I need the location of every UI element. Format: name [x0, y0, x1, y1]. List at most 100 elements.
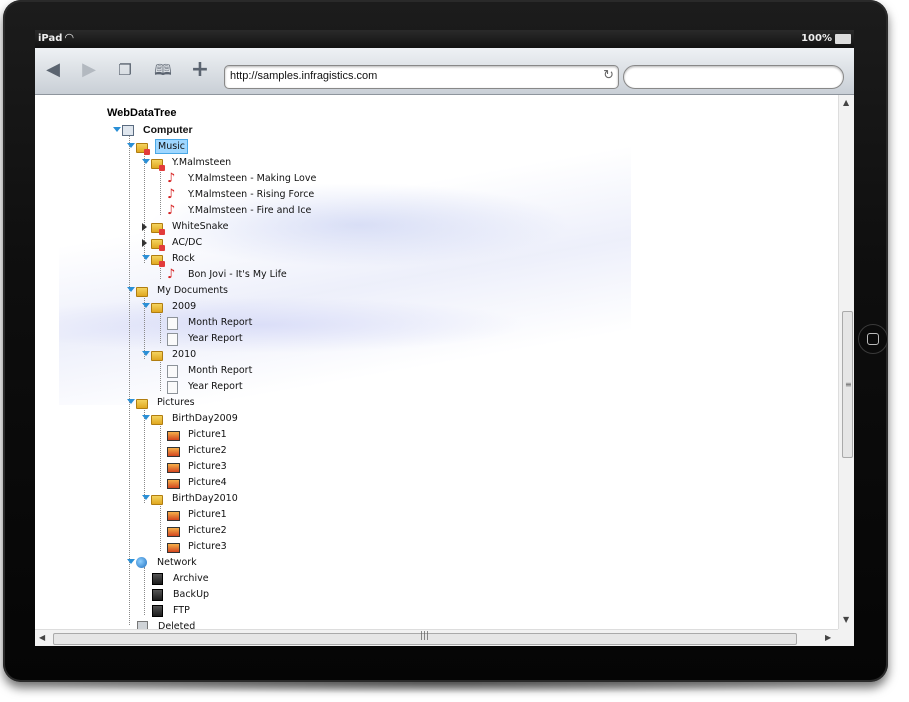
expand-toggle[interactable]	[142, 255, 150, 260]
node-label: Picture3	[188, 541, 227, 552]
wifi-icon: ◠	[65, 31, 74, 44]
node-label: Year Report	[188, 333, 243, 344]
vertical-scroll-thumb[interactable]: ≡	[842, 311, 853, 458]
picture-icon	[167, 543, 180, 553]
node-label: WhiteSnake	[172, 221, 229, 232]
scroll-left-arrow-icon[interactable]: ◀	[39, 633, 45, 642]
expand-toggle[interactable]	[127, 287, 135, 292]
node-label: Picture1	[188, 509, 227, 520]
document-icon	[167, 317, 178, 330]
node-label: AC/DC	[172, 237, 203, 248]
expand-toggle[interactable]	[142, 303, 150, 308]
picture-icon	[167, 479, 180, 489]
bookmarks-icon[interactable]: 🕮	[151, 58, 175, 82]
node-label: Picture1	[188, 429, 227, 440]
expand-toggle[interactable]	[142, 415, 150, 420]
node-label: Picture2	[188, 445, 227, 456]
node-label: Y.Malmsteen - Fire and Ice	[188, 205, 312, 216]
node-label: Picture3	[188, 461, 227, 472]
node-label: 2010	[172, 349, 197, 360]
node-label: Pictures	[157, 397, 195, 408]
scroll-down-arrow-icon[interactable]: ▼	[843, 615, 849, 624]
music-folder-icon	[151, 223, 165, 235]
scrollbar-corner	[838, 629, 854, 646]
forward-icon[interactable]: ▶	[77, 58, 101, 82]
carrier-label: iPad	[38, 33, 63, 44]
search-input[interactable]	[623, 65, 844, 89]
network-globe-icon	[136, 557, 147, 568]
drive-icon	[152, 605, 163, 617]
trash-icon	[137, 621, 148, 629]
node-label: Picture4	[188, 477, 227, 488]
tree-connector	[144, 407, 145, 503]
node-label: Picture2	[188, 525, 227, 536]
music-note-icon: ♪	[167, 267, 176, 282]
picture-folder-icon	[151, 415, 163, 425]
expand-toggle[interactable]	[142, 223, 147, 231]
node-label: Computer	[143, 124, 193, 136]
add-icon[interactable]: +	[188, 58, 212, 82]
tree-connector	[144, 567, 145, 615]
node-label: Month Report	[188, 317, 253, 328]
tree-connector	[160, 423, 161, 487]
node-label: Month Report	[188, 365, 253, 376]
picture-folder-icon	[151, 495, 163, 505]
expand-toggle[interactable]	[127, 399, 135, 404]
document-icon	[167, 381, 178, 394]
home-button[interactable]	[858, 324, 888, 354]
picture-icon	[167, 447, 180, 457]
scroll-right-arrow-icon[interactable]: ▶	[825, 633, 831, 642]
node-label-selected: Music	[155, 139, 189, 154]
node-label: Y.Malmsteen	[172, 157, 232, 168]
music-folder-icon	[151, 239, 165, 251]
computer-icon	[122, 125, 134, 136]
reload-icon[interactable]: ↻	[603, 68, 614, 83]
music-note-icon: ♪	[167, 171, 176, 186]
expand-toggle[interactable]	[142, 495, 150, 500]
music-folder-icon	[151, 159, 165, 171]
node-label: Y.Malmsteen - Rising Force	[188, 189, 315, 200]
tree-connector	[160, 167, 161, 215]
url-text: http://samples.infragistics.com	[230, 70, 378, 82]
battery-percent: 100%	[801, 33, 832, 44]
vertical-scrollbar[interactable]: ▲ ≡ ▼	[838, 95, 854, 629]
folder-icon	[151, 303, 163, 313]
node-label: 2009	[172, 301, 197, 312]
grip-icon: |||	[420, 631, 430, 641]
expand-toggle[interactable]	[113, 127, 121, 132]
expand-toggle[interactable]	[142, 239, 147, 247]
page-content: WebDataTree Computer Music Y.Malmsteen ♪…	[35, 95, 838, 629]
node-label: Network	[157, 557, 197, 568]
picture-icon	[167, 527, 180, 537]
picture-icon	[167, 431, 180, 441]
tabs-icon[interactable]: ❐	[113, 58, 137, 82]
node-label: Archive	[173, 573, 209, 584]
node-label: My Documents	[157, 285, 229, 296]
expand-toggle[interactable]	[142, 159, 150, 164]
expand-toggle[interactable]	[127, 143, 135, 148]
folder-icon	[151, 351, 163, 361]
music-folder-icon	[151, 255, 165, 267]
node-label: BirthDay2010	[172, 493, 238, 504]
drive-icon	[152, 573, 163, 585]
expand-toggle[interactable]	[127, 559, 135, 564]
node-label: BackUp	[173, 589, 210, 600]
screen: iPad ◠ 100% ◀ ▶ ❐ 🕮 + http://samples.inf…	[35, 30, 854, 646]
expand-toggle[interactable]	[142, 351, 150, 356]
tree-connector	[160, 311, 161, 343]
tree-connector	[160, 359, 161, 391]
node-label: Rock	[172, 253, 195, 264]
drive-icon	[152, 589, 163, 601]
scroll-up-arrow-icon[interactable]: ▲	[843, 98, 849, 107]
folder-icon	[136, 287, 148, 297]
node-label: FTP	[173, 605, 190, 616]
address-bar[interactable]: http://samples.infragistics.com ↻	[224, 65, 619, 89]
browser-toolbar: ◀ ▶ ❐ 🕮 + http://samples.infragistics.co…	[35, 48, 854, 95]
horizontal-scrollbar[interactable]: ◀ ||| ▶	[35, 629, 838, 646]
home-square-icon	[867, 333, 879, 345]
horizontal-scroll-thumb[interactable]: |||	[53, 631, 797, 645]
back-icon[interactable]: ◀	[41, 58, 65, 82]
node-label: Y.Malmsteen - Making Love	[188, 173, 317, 184]
picture-icon	[167, 463, 180, 473]
node-label: Deleted	[158, 621, 196, 629]
